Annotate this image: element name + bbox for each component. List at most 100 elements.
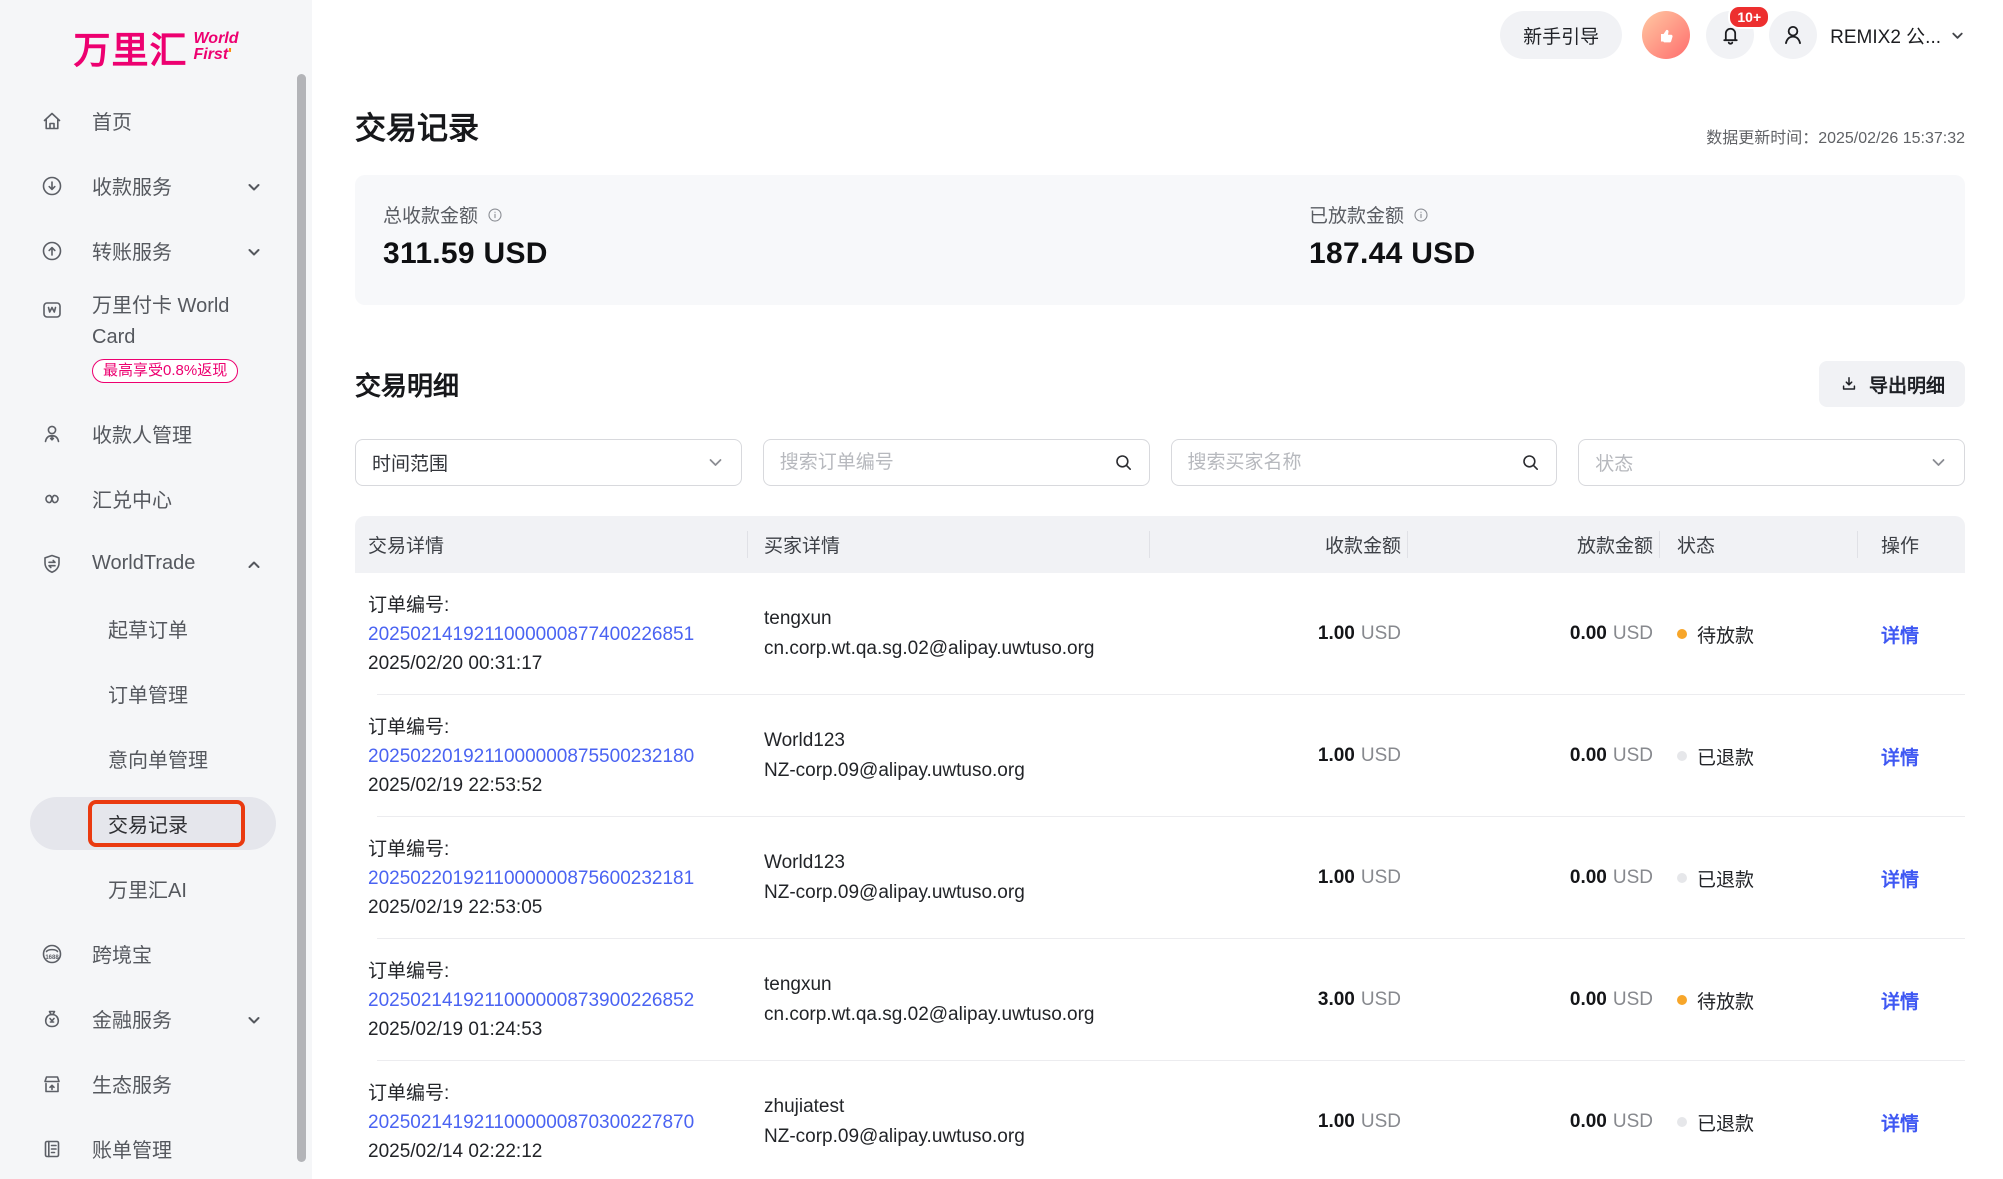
receive-icon xyxy=(40,174,64,198)
sidebar-item-transfer-services[interactable]: 转账服务 xyxy=(0,218,312,283)
ledger-icon xyxy=(40,1137,64,1161)
received-amount: 1.00 xyxy=(1318,623,1355,644)
status-text: 已退款 xyxy=(1697,743,1754,770)
brand-logo[interactable]: 万里汇 World First' xyxy=(0,0,312,88)
received-amount: 1.00 xyxy=(1318,745,1355,766)
transfer-icon xyxy=(40,239,64,263)
beginner-guide-button[interactable]: 新手引导 xyxy=(1500,11,1622,59)
buyer-details-cell: tengxun cn.corp.wt.qa.sg.02@alipay.uwtus… xyxy=(747,604,1149,664)
sidebar-item-intent-management[interactable]: 意向单管理 xyxy=(0,726,312,791)
order-number-link[interactable]: 2025021419211000000873900226852 xyxy=(368,986,747,1015)
order-number-label: 订单编号: xyxy=(368,835,747,864)
content: 交易记录 数据更新时间：2025/02/26 15:37:32 总收款金额 31… xyxy=(312,103,2003,1179)
annotation-highlight-box xyxy=(88,800,245,847)
sidebar-item-worldfirst-ai[interactable]: 万里汇AI xyxy=(0,856,312,921)
received-amount: 1.00 xyxy=(1318,867,1355,888)
received-currency: USD xyxy=(1361,1111,1401,1132)
paid-amount: 0.00 xyxy=(1570,989,1607,1010)
order-number-link[interactable]: 2025021419211000000870300227870 xyxy=(368,1108,747,1137)
paid-currency: USD xyxy=(1613,989,1653,1010)
status-text: 待放款 xyxy=(1697,621,1754,648)
sidebar-item-world-card[interactable]: 万里付卡 World Card 最高享受0.8%返现 xyxy=(0,283,312,401)
order-number-label: 订单编号: xyxy=(368,591,747,620)
table-row: 订单编号: 2025022019211000000875600232181 20… xyxy=(355,817,1965,939)
detail-link[interactable]: 详情 xyxy=(1881,870,1919,891)
sidebar-item-receive-services[interactable]: 收款服务 xyxy=(0,153,312,218)
status-text: 待放款 xyxy=(1697,987,1754,1014)
sidebar-item-payee-management[interactable]: 收款人管理 xyxy=(0,401,312,466)
feedback-thumb-button[interactable] xyxy=(1642,11,1690,59)
home-icon xyxy=(40,109,64,133)
sidebar-item-transaction-records[interactable]: 交易记录 xyxy=(0,791,312,856)
account-chevron-down-icon[interactable] xyxy=(1950,28,1965,43)
buyer-name: tengxun xyxy=(764,970,1149,1000)
user-icon xyxy=(1780,22,1806,48)
sidebar-item-eco-services[interactable]: 生态服务 xyxy=(0,1051,312,1116)
order-time: 2025/02/19 22:53:52 xyxy=(368,771,747,800)
finance-icon xyxy=(40,1007,64,1031)
sidebar-scrollbar[interactable] xyxy=(297,74,306,1162)
table-row: 订单编号: 2025021419211000000877400226851 20… xyxy=(355,573,1965,695)
sidebar-item-home[interactable]: 首页 xyxy=(0,88,312,153)
transaction-details-cell: 订单编号: 2025021419211000000870300227870 20… xyxy=(355,1079,747,1166)
status-dot-icon xyxy=(1677,751,1687,761)
order-number-link[interactable]: 2025022019211000000875500232180 xyxy=(368,742,747,771)
total-paid-label: 已放款金额 xyxy=(1309,201,1404,228)
sidebar-item-worldtrade[interactable]: WorldTrade xyxy=(0,531,312,596)
time-range-select[interactable]: 时间范围 xyxy=(355,439,742,486)
notifications-button[interactable]: 10+ xyxy=(1706,11,1754,59)
order-number-label: 订单编号: xyxy=(368,957,747,986)
account-avatar[interactable] xyxy=(1769,11,1817,59)
main-area: 新手引导 10+ xyxy=(312,0,2003,1179)
search-icon[interactable] xyxy=(1521,453,1540,472)
sidebar-item-bill-management[interactable]: 账单管理 xyxy=(0,1116,312,1179)
order-number-link[interactable]: 2025021419211000000877400226851 xyxy=(368,620,747,649)
table-body: 订单编号: 2025021419211000000877400226851 20… xyxy=(355,573,1965,1179)
paid-amount: 0.00 xyxy=(1570,745,1607,766)
topbar: 新手引导 10+ xyxy=(312,0,2003,70)
buyer-name: World123 xyxy=(764,726,1149,756)
status-select[interactable]: 状态 xyxy=(1578,439,1965,486)
info-icon[interactable] xyxy=(1412,206,1430,224)
buyer-email: NZ-corp.09@alipay.uwtuso.org xyxy=(764,1122,1149,1152)
buyer-search-input[interactable] xyxy=(1188,452,1522,474)
transaction-details-cell: 订单编号: 2025022019211000000875600232181 20… xyxy=(355,835,747,922)
paid-amount-cell: 0.00 USD xyxy=(1407,745,1659,767)
export-details-button[interactable]: 导出明细 xyxy=(1819,361,1965,407)
sidebar-item-financial-services[interactable]: 金融服务 xyxy=(0,986,312,1051)
chevron-down-icon xyxy=(706,453,725,472)
order-time: 2025/02/14 02:22:12 xyxy=(368,1137,747,1166)
info-icon[interactable] xyxy=(486,206,504,224)
status-cell: 待放款 xyxy=(1659,987,1857,1014)
detail-link[interactable]: 详情 xyxy=(1881,626,1919,647)
download-icon xyxy=(1839,374,1859,394)
order-time: 2025/02/19 01:24:53 xyxy=(368,1015,747,1044)
total-received-value: 311.59 USD xyxy=(383,237,1965,271)
notification-badge: 10+ xyxy=(1728,5,1770,29)
order-number-label: 订单编号: xyxy=(368,1079,747,1108)
account-name[interactable]: REMIX2 公... xyxy=(1830,22,1941,49)
paid-currency: USD xyxy=(1613,745,1653,766)
paid-amount: 0.00 xyxy=(1570,623,1607,644)
buyer-details-cell: zhujiatest NZ-corp.09@alipay.uwtuso.org xyxy=(747,1092,1149,1152)
paid-amount: 0.00 xyxy=(1570,1111,1607,1132)
received-amount-cell: 1.00USD xyxy=(1149,867,1407,889)
col-paid-amount: 放款金额 xyxy=(1407,516,1659,573)
status-dot-icon xyxy=(1677,1117,1687,1127)
sidebar-item-order-management[interactable]: 订单管理 xyxy=(0,661,312,726)
sidebar-item-kuajingbao[interactable]: 1688 跨境宝 xyxy=(0,921,312,986)
search-icon[interactable] xyxy=(1114,453,1133,472)
paid-amount-cell: 0.00USD xyxy=(1407,623,1659,645)
order-search-input[interactable] xyxy=(780,452,1114,474)
chevron-down-icon xyxy=(1929,453,1948,472)
detail-link[interactable]: 详情 xyxy=(1881,748,1919,769)
sidebar-item-fx-center[interactable]: 汇兑中心 xyxy=(0,466,312,531)
order-number-link[interactable]: 2025022019211000000875600232181 xyxy=(368,864,747,893)
sidebar-item-draft-order[interactable]: 起草订单 xyxy=(0,596,312,661)
detail-link[interactable]: 详情 xyxy=(1881,992,1919,1013)
brand-logo-en: World First' xyxy=(193,31,238,63)
data-updated-time: 数据更新时间：2025/02/26 15:37:32 xyxy=(1706,124,1965,148)
detail-link[interactable]: 详情 xyxy=(1881,1114,1919,1135)
paid-amount-cell: 0.00 USD xyxy=(1407,989,1659,1011)
svg-text:1688: 1688 xyxy=(45,955,59,961)
